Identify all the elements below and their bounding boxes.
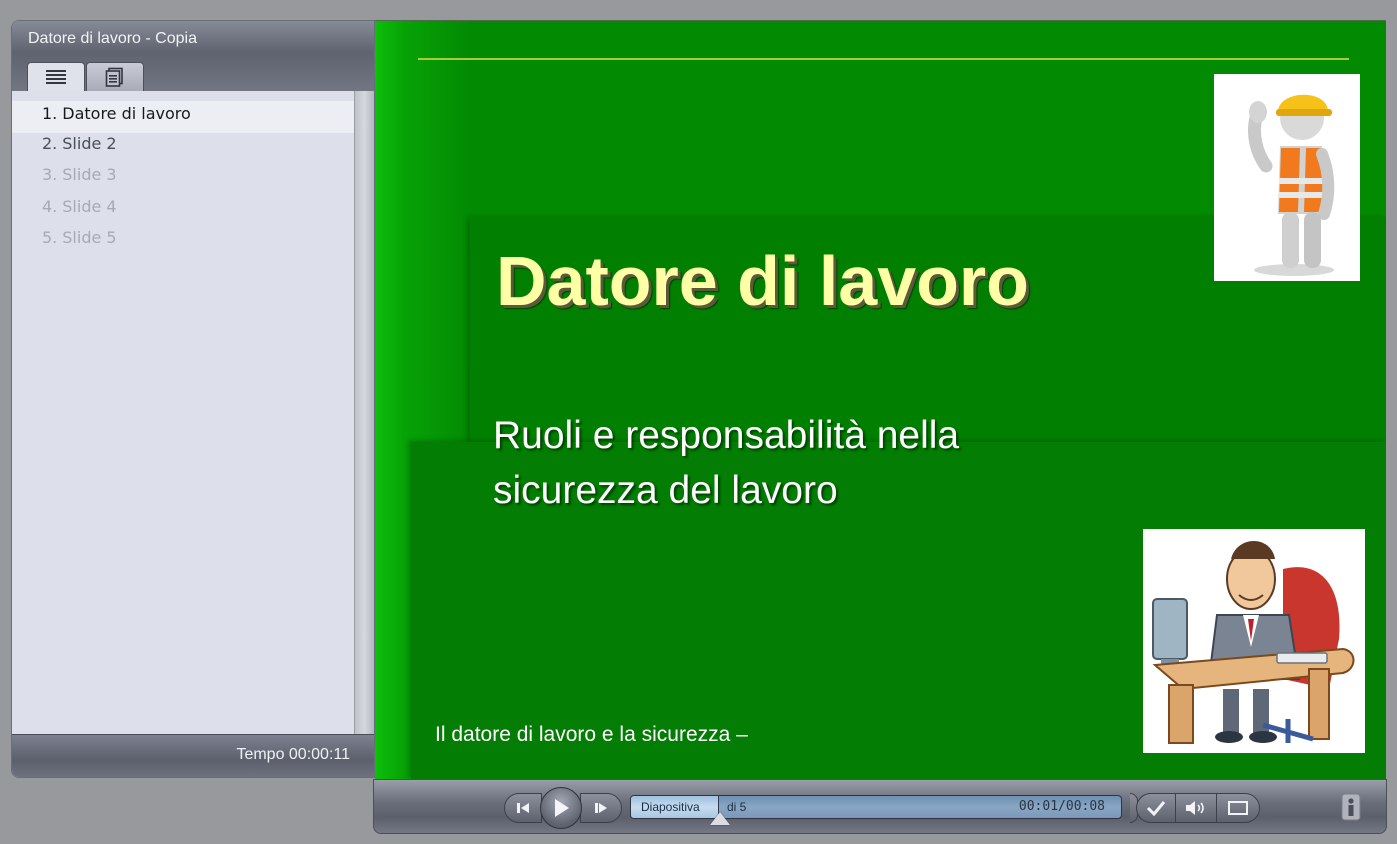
presentation-title: Datore di lavoro - Copia (28, 30, 197, 47)
slide-list-item-3: 3. Slide 3 (12, 164, 355, 196)
slide-label: Diapositiva (641, 800, 700, 814)
slide-subtitle: Ruoli e responsabilità nella sicurezza d… (493, 414, 960, 512)
slide-canvas: Datore di lavoro Ruoli e responsabilità … (375, 20, 1386, 779)
slide-number: 1. (42, 104, 58, 123)
slide-number: 4. (42, 196, 58, 216)
panel-footer: Tempo 00:00:11 (12, 734, 374, 777)
slide-list: 1. Datore di lavoro 2. Slide 2 3. Slide 3 4… (12, 91, 355, 736)
slide-title: Slide 2 (62, 133, 117, 153)
player-controls: Diapositiva di 5 00:01/00:08 (373, 779, 1387, 834)
play-icon (555, 799, 569, 817)
slide-number: 3. (42, 165, 58, 185)
tab-outline[interactable] (27, 62, 85, 91)
playhead-handle[interactable] (710, 812, 730, 825)
slide-title: Datore di lavoro (496, 242, 1029, 320)
slide-title: Slide 4 (62, 196, 117, 216)
prev-icon (517, 803, 529, 813)
slide-footer: Il datore di lavoro e la sicurezza – (435, 723, 748, 746)
slide-list-item-5: 5. Slide 5 (12, 227, 355, 259)
time-readout: 00:01/00:08 (1018, 799, 1105, 814)
panel-header: Datore di lavoro - Copia (12, 21, 374, 91)
slide-list-item-4: 4. Slide 4 (12, 196, 355, 228)
next-icon (595, 803, 607, 813)
slide-divider-line (418, 58, 1349, 60)
list-icon (46, 70, 66, 84)
manager-at-desk-image (1143, 529, 1365, 753)
outline-panel: Datore di lavoro - Copia 1. Datore di lav… (11, 20, 375, 778)
volume-button[interactable] (1175, 793, 1217, 823)
info-button[interactable] (1338, 792, 1364, 822)
notes-icon (105, 67, 123, 87)
slide-number: 2. (42, 133, 58, 153)
slide-list-scrollbar[interactable] (354, 91, 374, 736)
slide-title: Slide 3 (62, 165, 117, 185)
slide-list-item-1[interactable]: 1. Datore di lavoro (12, 101, 355, 133)
play-button[interactable] (540, 787, 582, 829)
quiz-button[interactable] (1136, 793, 1176, 823)
elapsed-time: Tempo 00:00:11 (236, 746, 350, 763)
fullscreen-icon (1228, 801, 1248, 815)
info-icon (1341, 793, 1361, 821)
fullscreen-button[interactable] (1216, 793, 1260, 823)
slide-number: 5. (42, 228, 58, 248)
tab-notes[interactable] (86, 62, 144, 91)
previous-slide-button[interactable] (504, 793, 542, 823)
playback-progress-bar[interactable]: Diapositiva di 5 00:01/00:08 (630, 795, 1122, 819)
checkmark-icon (1146, 801, 1166, 816)
volume-icon (1186, 801, 1204, 815)
slide-title: Datore di lavoro (62, 104, 191, 123)
slide-list-item-2[interactable]: 2. Slide 2 (12, 133, 355, 165)
worker-with-hard-hat-image (1214, 74, 1360, 281)
slide-title: Slide 5 (62, 228, 117, 248)
next-slide-button[interactable] (580, 793, 622, 823)
